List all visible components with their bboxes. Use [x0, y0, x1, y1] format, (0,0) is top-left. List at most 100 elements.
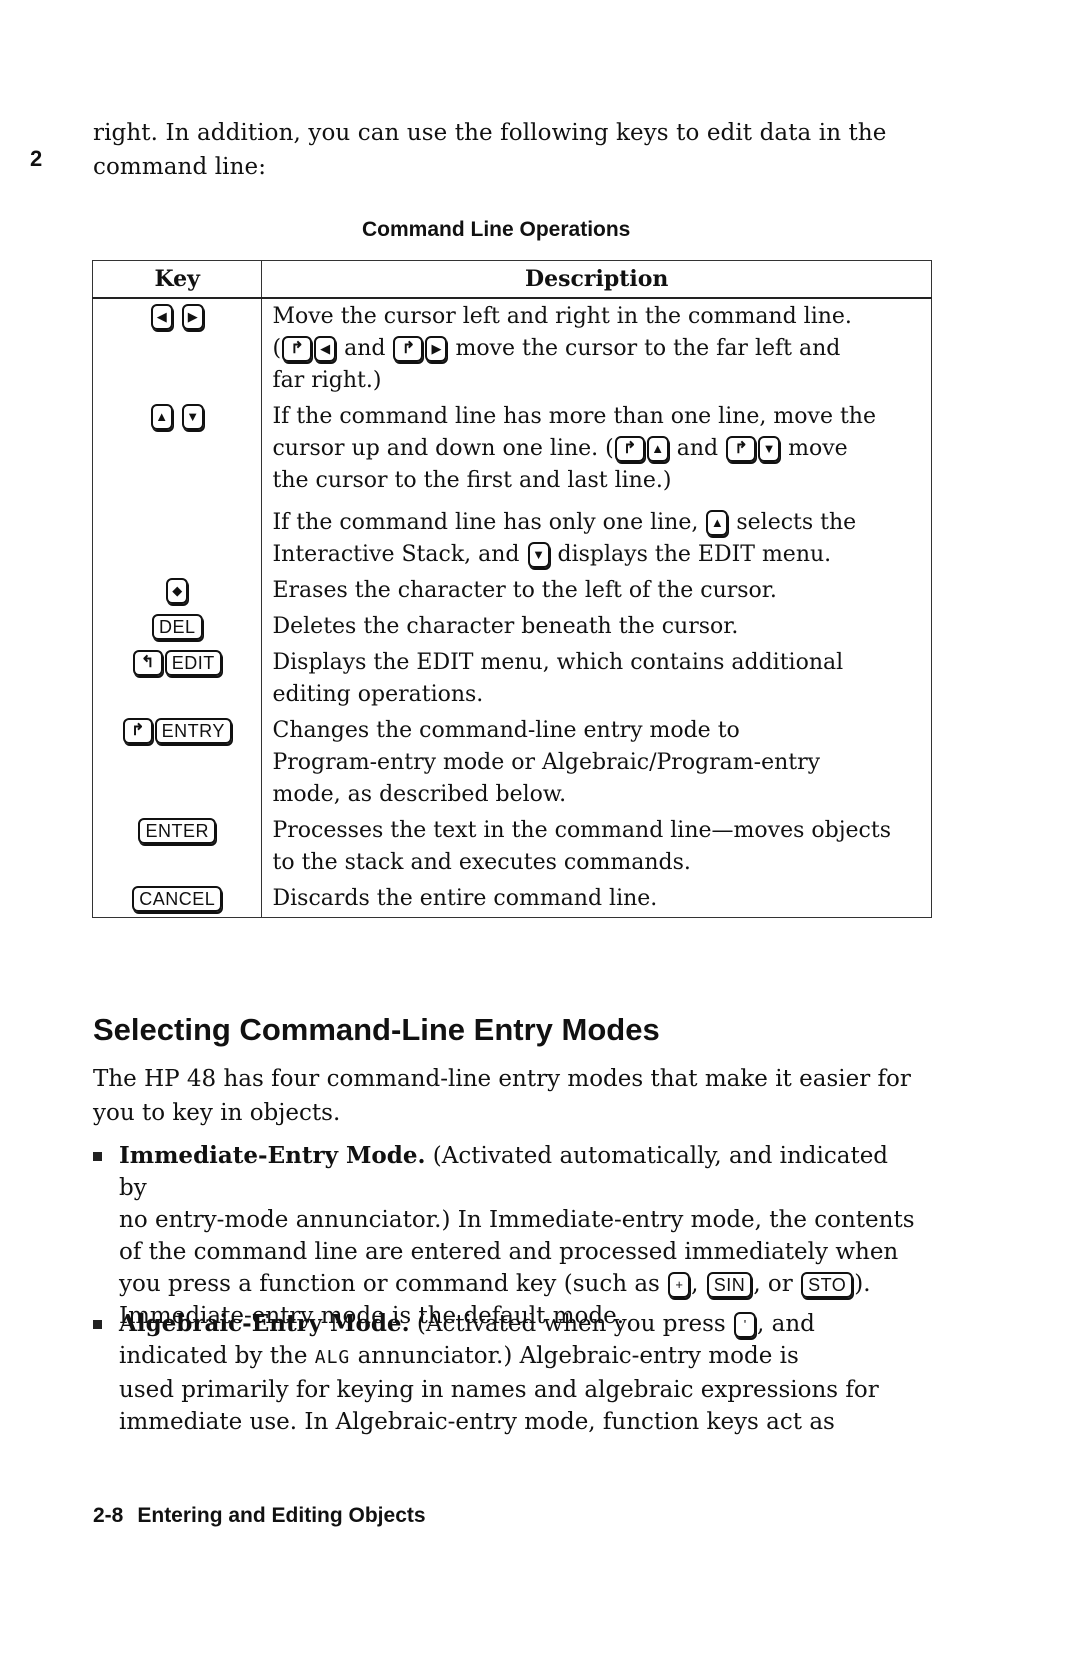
entry-key: ENTRY [154, 718, 232, 744]
desc-text: and [676, 436, 719, 461]
sin-key: SIN [706, 1272, 753, 1298]
intro-paragraph: right. In addition, you can use the foll… [93, 116, 913, 184]
del-key: DEL [151, 614, 203, 640]
description-cell: Discards the entire command line. [261, 881, 932, 918]
table-row: ▲ ▼ If the command line has more than on… [91, 399, 932, 573]
page-footer: 2-8 Entering and Editing Objects [93, 1504, 426, 1528]
table-row: ENTER Processes the text in the command … [91, 813, 932, 881]
bullet-body: Immediate-Entry Mode. (Activated automat… [119, 1140, 923, 1332]
desc-line: If the command line has more than one li… [272, 404, 876, 429]
intro-line: right. In addition, you can use the foll… [93, 120, 887, 146]
header-key: Key [91, 260, 263, 299]
intro-line: command line: [93, 154, 267, 180]
enter-key: ENTER [138, 818, 216, 844]
up-arrow-key-icon: ▲ [646, 436, 669, 462]
desc-text: displays the EDIT menu. [557, 542, 832, 567]
desc-line: editing operations. [272, 682, 484, 707]
desc-text: Interactive Stack, and [272, 542, 520, 567]
page-number: 2-8 [93, 1504, 124, 1527]
desc-text: selects the [736, 510, 857, 535]
bullet-title: Immediate-Entry Mode. [119, 1142, 426, 1169]
sto-key: STO [801, 1272, 854, 1298]
key-cell: ▲ ▼ [91, 399, 263, 573]
section-intro-paragraph: The HP 48 has four command-line entry mo… [93, 1062, 923, 1130]
bullet-marker-icon [93, 1320, 102, 1329]
down-arrow-key-icon: ▼ [181, 404, 204, 430]
description-cell: Deletes the character beneath the cursor… [261, 609, 932, 645]
up-arrow-key-icon: ▲ [150, 404, 173, 430]
key-cell: ◆ [91, 573, 263, 609]
bullet-marker-icon [93, 1152, 102, 1161]
bullet-line: Immediate-Entry Mode. (Activated automat… [119, 1140, 923, 1204]
desc-line: far right.) [272, 368, 382, 393]
left-arrow-key-icon: ◀ [314, 336, 337, 362]
right-shift-key-icon: ↱ [726, 436, 757, 462]
right-shift-key-icon: ↱ [122, 718, 153, 744]
desc-text: move [788, 436, 848, 461]
description-cell: Changes the command-line entry mode to P… [261, 713, 932, 813]
up-arrow-key-icon: ▲ [706, 510, 729, 536]
section-heading: Selecting Command-Line Entry Modes [93, 1012, 660, 1047]
para-line: The HP 48 has four command-line entry mo… [93, 1066, 911, 1092]
bullet-line: Algebraic-Entry Mode. (Activated when yo… [119, 1308, 923, 1340]
quote-key: ' [734, 1312, 756, 1338]
bullet-text: , and [757, 1311, 815, 1337]
bullet-body: Algebraic-Entry Mode. (Activated when yo… [119, 1308, 923, 1438]
table-row: ◆ Erases the character to the left of th… [91, 573, 932, 609]
desc-text: and [344, 336, 386, 361]
chapter-title: Entering and Editing Objects [137, 1504, 426, 1527]
table-row: ↱ ENTRY Changes the command-line entry mo… [91, 713, 932, 813]
desc-text: cursor up and down one line. ( [272, 436, 614, 461]
key-cell: CANCEL [91, 881, 263, 918]
down-arrow-key-icon: ▼ [527, 542, 550, 568]
description-cell: If the command line has more than one li… [261, 399, 932, 573]
bullet-line: of the command line are entered and proc… [119, 1239, 899, 1265]
para-line: you to key in objects. [93, 1100, 341, 1126]
plus-key: + [668, 1272, 691, 1298]
bullet-text: annunciator.) Algebraic-entry mode is [357, 1343, 799, 1369]
bullet-text: indicated by the [119, 1343, 308, 1369]
desc-text: If the command line has only one line, [272, 510, 699, 535]
key-cell: ↱ ENTRY [91, 713, 263, 813]
desc-text: move the cursor to the far left and [455, 336, 841, 361]
bullet-text: , [691, 1271, 699, 1297]
desc-line: Program-entry mode or Algebraic/Program-… [272, 750, 821, 775]
desc-line: Processes the text in the command line—m… [272, 818, 891, 843]
alg-annunciator: ALG [314, 1347, 351, 1368]
right-shift-key-icon: ↱ [614, 436, 645, 462]
key-cell: ENTER [91, 813, 263, 881]
desc-line: If the command line has only one line, ▲… [272, 497, 921, 539]
desc-line: Displays the EDIT menu, which contains a… [272, 650, 844, 675]
table-row: CANCEL Discards the entire command line. [91, 881, 932, 918]
desc-line: the cursor to the first and last line.) [272, 468, 672, 493]
key-cell: ↰ EDIT [91, 645, 263, 713]
bullet-line: no entry-mode annunciator.) In Immediate… [119, 1207, 915, 1233]
desc-line: (↱ ◀ and ↱ ▶ move the cursor to the far le… [272, 336, 841, 362]
bullet-line: indicated by the ALG annunciator.) Algeb… [119, 1340, 923, 1374]
key-cell: DEL [91, 609, 263, 645]
command-line-operations-table: Key Description ◀ ▶ Move the cursor left… [91, 260, 932, 918]
bullet-immediate-entry-mode: Immediate-Entry Mode. (Activated automat… [93, 1140, 923, 1332]
table-row: DEL Deletes the character beneath the cu… [91, 609, 932, 645]
description-cell: Processes the text in the command line—m… [261, 813, 932, 881]
backspace-key-icon: ◆ [166, 578, 189, 604]
down-arrow-key-icon: ▼ [758, 436, 781, 462]
bullet-text: (Activated when you press [416, 1311, 726, 1337]
description-cell: Displays the EDIT menu, which contains a… [261, 645, 932, 713]
table-header-row: Key Description [91, 260, 932, 299]
key-cell: ◀ ▶ [91, 298, 263, 399]
desc-line: to the stack and executes commands. [272, 850, 691, 875]
bullet-text: you press a function or command key (suc… [119, 1271, 660, 1297]
right-arrow-key-icon: ▶ [425, 336, 448, 362]
right-arrow-key-icon: ▶ [181, 304, 204, 330]
bullet-line: used primarily for keying in names and a… [119, 1377, 879, 1403]
description-cell: Move the cursor left and right in the co… [261, 298, 932, 399]
bullet-text: , or [753, 1271, 793, 1297]
bullet-line: you press a function or command key (suc… [119, 1268, 923, 1300]
description-cell: Erases the character to the left of the … [261, 573, 932, 609]
right-shift-key-icon: ↱ [393, 336, 424, 362]
bullet-algebraic-entry-mode: Algebraic-Entry Mode. (Activated when yo… [93, 1308, 923, 1438]
bullet-title: Algebraic-Entry Mode. [119, 1310, 410, 1337]
left-shift-key-icon: ↰ [132, 650, 163, 676]
table-title: Command Line Operations [362, 218, 631, 241]
